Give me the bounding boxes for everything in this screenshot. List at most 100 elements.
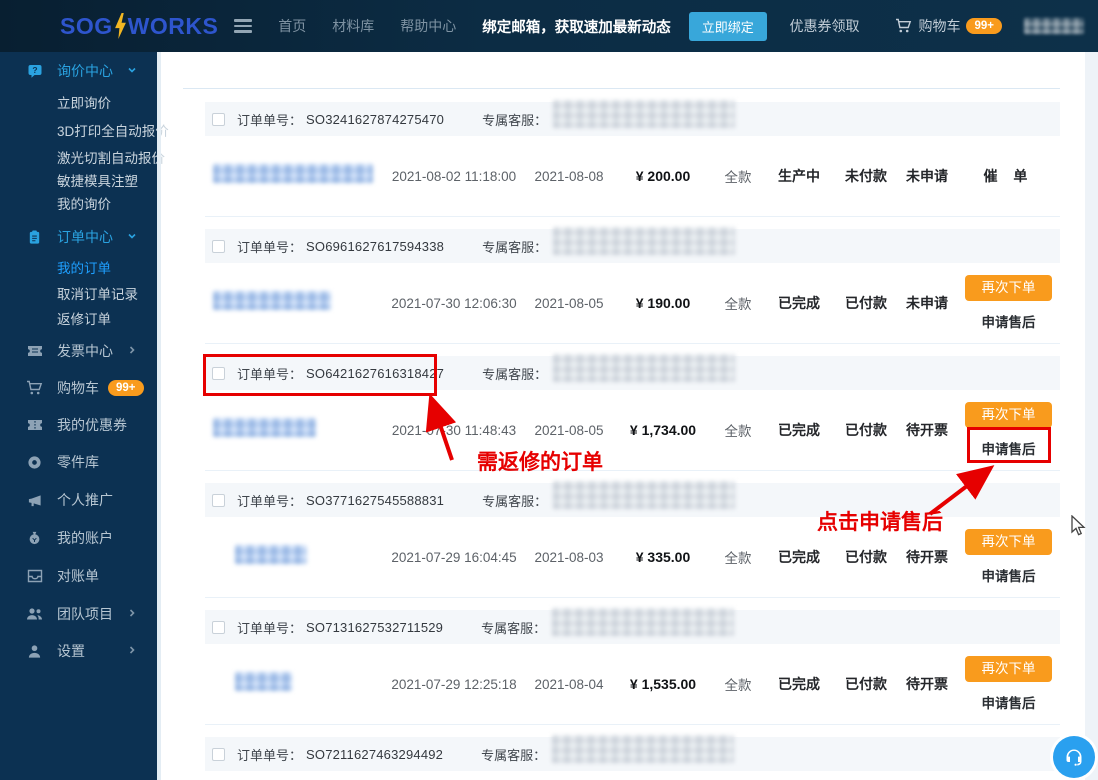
order-delivery-date: 2021-08-08 — [534, 168, 604, 184]
order-card: 订单单号： SO7211627463294492 专属客服： — [205, 735, 1060, 771]
sidebar-item-my-inquiries[interactable]: 我的询价 — [0, 191, 161, 215]
order-no-label: 订单单号： — [237, 620, 303, 636]
sidebar-item-cart[interactable]: 购物车 99+ — [0, 376, 161, 400]
sidebar-item-order-center[interactable]: 订单中心 — [0, 225, 161, 249]
order-price: ¥ 190.00 — [635, 295, 691, 311]
chevron-down-icon — [127, 62, 137, 80]
order-created-time: 2021-07-29 12:25:18 — [391, 676, 517, 692]
nav-home[interactable]: 首页 — [278, 16, 306, 36]
order-pay-status: 已付款 — [845, 549, 887, 565]
order-no-label: 订单单号： — [237, 112, 303, 128]
reorder-button[interactable]: 再次下单 — [965, 656, 1052, 682]
sidebar-item-statements[interactable]: 对账单 — [0, 564, 161, 588]
order-invoice-status: 待开票 — [906, 676, 948, 692]
logo[interactable]: SOG WORKS — [60, 13, 218, 40]
order-pay-status: 已付款 — [845, 295, 887, 311]
sidebar-item-settings[interactable]: 设置 — [0, 639, 161, 663]
order-created-time: 2021-07-29 16:04:45 — [391, 549, 517, 565]
order-pay-type: 全款 — [724, 170, 752, 185]
apply-aftersale-link[interactable]: 申请售后 — [982, 692, 1036, 712]
person-icon — [26, 643, 43, 660]
mouse-cursor — [1071, 515, 1086, 536]
order-checkbox[interactable] — [212, 493, 225, 507]
reorder-button[interactable]: 再次下单 — [965, 275, 1052, 301]
navbar-cart[interactable]: 购物车 99+ — [895, 16, 1002, 36]
lightning-bolt-icon — [114, 13, 126, 39]
sidebar-item-invoice-center[interactable]: 发票中心 — [0, 339, 161, 363]
sidebar-item-quote-now[interactable]: 立即询价 — [0, 90, 161, 114]
cs-name-redacted — [553, 227, 736, 255]
order-pay-type: 全款 — [724, 551, 752, 566]
sidebar-item-repair-orders[interactable]: 返修订单 — [0, 306, 161, 330]
sidebar-item-parts-library[interactable]: 零件库 — [0, 450, 161, 474]
order-pay-status: 已付款 — [845, 676, 887, 692]
order-delivery-date: 2021-08-04 — [534, 676, 604, 692]
order-checkbox[interactable] — [212, 239, 225, 253]
apply-aftersale-link[interactable]: 申请售后 — [982, 438, 1036, 458]
apply-aftersale-link[interactable]: 申请售后 — [982, 565, 1036, 585]
reorder-button[interactable]: 再次下单 — [965, 402, 1052, 428]
nut-icon — [26, 454, 43, 471]
order-no-label: 订单单号： — [237, 239, 303, 255]
nav-help-center[interactable]: 帮助中心 — [400, 16, 456, 36]
product-name-redacted[interactable] — [213, 418, 316, 437]
product-name-redacted[interactable] — [213, 164, 373, 183]
urge-order-button[interactable]: 催 单 — [984, 166, 1034, 186]
order-no-label: 订单单号： — [237, 747, 303, 763]
order-price: ¥ 200.00 — [635, 168, 691, 184]
apply-aftersale-link[interactable]: 申请售后 — [982, 311, 1036, 331]
question-bubble-icon: ? — [26, 63, 43, 80]
sidebar-item-inquiry-center[interactable]: ? 询价中心 — [0, 59, 161, 83]
username-redacted[interactable] — [1024, 18, 1084, 34]
bind-now-button[interactable]: 立即绑定 — [688, 11, 767, 41]
sidebar-item-my-account[interactable]: 我的账户 — [0, 526, 161, 550]
order-status: 生产中 — [778, 168, 820, 184]
order-checkbox[interactable] — [212, 747, 225, 761]
chevron-down-icon — [127, 228, 137, 246]
sidebar-item-my-coupons[interactable]: 我的优惠券 — [0, 413, 161, 437]
headset-icon — [1066, 749, 1082, 766]
coupon-claim-link[interactable]: 优惠券领取 — [789, 16, 859, 36]
cs-label: 专属客服： — [481, 747, 547, 763]
order-no-label: 订单单号： — [237, 366, 303, 382]
sidebar-item-my-orders[interactable]: 我的订单 — [0, 255, 161, 279]
order-row: 2021-07-29 12:25:18 2021-08-04 ¥ 1,535.0… — [205, 644, 1060, 725]
chevron-right-icon — [127, 605, 137, 623]
order-checkbox[interactable] — [212, 366, 225, 380]
coupon-icon — [26, 417, 43, 434]
order-no: SO7131627532711529 — [306, 619, 444, 635]
cart-icon — [26, 380, 43, 397]
order-row: 2021-08-02 11:18:00 2021-08-08 ¥ 200.00 … — [205, 136, 1060, 217]
order-checkbox[interactable] — [212, 112, 225, 126]
bind-email-notice: 绑定邮箱，获取速加最新动态 — [482, 19, 671, 36]
order-card: 订单单号： SO7131627532711529 专属客服： 2021-07-2… — [205, 608, 1060, 725]
nav-materials[interactable]: 材料库 — [332, 16, 374, 36]
product-name-redacted[interactable] — [235, 545, 307, 564]
sidebar-item-3d-print-auto-quote[interactable]: 3D打印全自动报价 — [0, 118, 169, 142]
sidebar-item-laser-cut-auto-quote[interactable]: 激光切割自动报价 — [0, 145, 165, 169]
order-status: 已完成 — [778, 295, 820, 311]
page: SOG WORKS 首页 材料库 帮助中心 绑定邮箱，获取速加最新动态 立即绑定… — [0, 0, 1098, 780]
product-name-redacted[interactable] — [213, 291, 331, 310]
order-checkbox[interactable] — [212, 620, 225, 634]
sidebar-item-cancel-order-records[interactable]: 取消订单记录 — [0, 281, 161, 305]
order-created-time: 2021-07-30 11:48:43 — [391, 422, 517, 438]
customer-service-button[interactable] — [1053, 736, 1095, 778]
order-invoice-status: 未申请 — [906, 295, 948, 311]
logo-text-2: WORKS — [127, 12, 219, 39]
product-name-redacted[interactable] — [235, 672, 292, 691]
order-no: SO7211627463294492 — [306, 746, 444, 762]
content-top-divider — [183, 88, 1060, 89]
sidebar-item-rapid-tooling[interactable]: 敏捷模具注塑 — [0, 168, 161, 192]
sidebar-item-team-projects[interactable]: 团队项目 — [0, 602, 161, 626]
order-invoice-status: 待开票 — [906, 549, 948, 565]
logo-text-1: SOG — [60, 12, 113, 39]
menu-hamburger-icon[interactable] — [234, 19, 253, 33]
sidebar-item-personal-promotion[interactable]: 个人推广 — [0, 488, 161, 512]
cs-name-redacted — [552, 735, 735, 763]
reorder-button[interactable]: 再次下单 — [965, 529, 1052, 555]
order-status: 已完成 — [778, 422, 820, 438]
scrollbar-track[interactable] — [1085, 52, 1098, 780]
order-pay-status: 已付款 — [845, 422, 887, 438]
order-invoice-status: 未申请 — [906, 168, 948, 184]
